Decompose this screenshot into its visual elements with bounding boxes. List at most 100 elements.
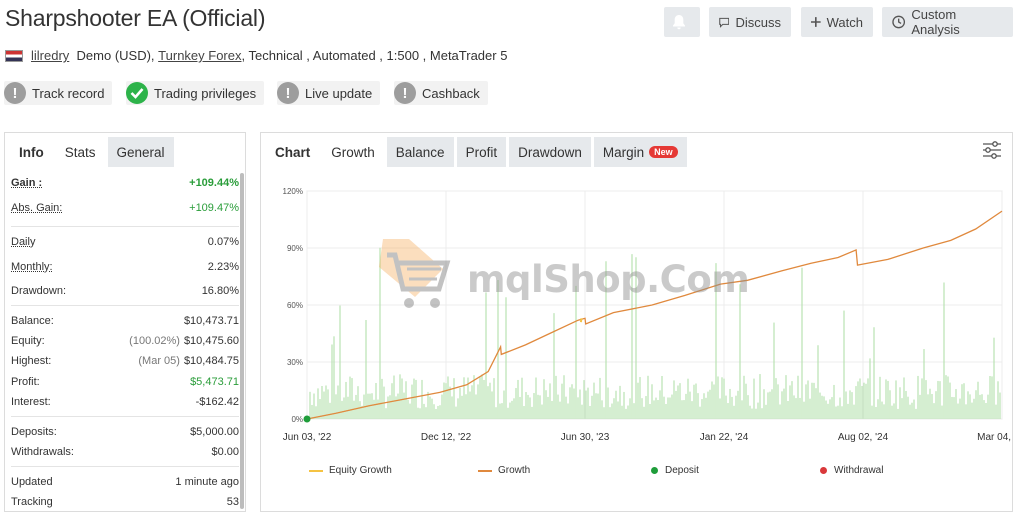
stat-balance: Balance: $10,473.71 <box>11 315 239 327</box>
clock-icon <box>892 15 906 29</box>
new-badge: New <box>649 146 678 158</box>
stat-value: 1 minute ago <box>175 476 239 488</box>
plus-icon <box>811 17 821 27</box>
check-icon <box>126 82 148 104</box>
tab-margin[interactable]: Margin New <box>593 137 687 167</box>
stat-label: Equity: <box>11 335 45 347</box>
divider <box>11 305 239 306</box>
stat-value: $10,484.75 <box>183 355 239 367</box>
stat-updated: Updated 1 minute ago <box>11 476 239 488</box>
scrollbar[interactable] <box>240 173 244 509</box>
stat-value: -$162.42 <box>195 396 239 408</box>
stat-value: 16.80% <box>201 285 239 297</box>
x-tick-label: Dec 12, '22 <box>421 432 472 443</box>
tab-growth[interactable]: Growth <box>322 137 384 167</box>
stat-deposits: Deposits: $5,000.00 <box>11 426 239 438</box>
x-tick-label: Mar 04, '25 <box>977 432 1012 443</box>
broker-link[interactable]: Turnkey Forex <box>158 48 241 63</box>
growth-chart[interactable]: Jun 03, '22 Dec 12, '22 Jun 30, '23 Jan 22,… <box>261 173 1012 463</box>
chart-panel: Chart Growth Balance Profit Drawdown Mar… <box>260 132 1013 512</box>
subscribe-button[interactable] <box>664 7 700 37</box>
tab-profit[interactable]: Profit <box>456 137 507 167</box>
stat-value: +109.47% <box>189 202 239 214</box>
page-title: Sharpshooter EA (Official) <box>5 5 266 31</box>
legend-withdrawal[interactable]: Withdrawal <box>820 465 883 476</box>
watch-label: Watch <box>826 14 863 30</box>
stat-label[interactable]: Monthly: <box>11 261 53 273</box>
stat-value: 2.23% <box>207 261 239 273</box>
stat-value: $0.00 <box>211 446 239 458</box>
y-tick-label: 0% <box>291 415 303 424</box>
badge-cashback[interactable]: ! Cashback <box>394 81 488 105</box>
stat-label: Balance: <box>11 315 54 327</box>
x-tick-label: Jan 22, '24 <box>700 432 749 443</box>
stat-monthly: Monthly: 2.23% <box>11 261 239 273</box>
tab-info[interactable]: Info <box>10 137 53 167</box>
account-details: , Technical , Automated , 1:500 , MetaTr… <box>241 48 508 63</box>
stat-highest-date: (Mar 05) <box>138 355 180 367</box>
tab-drawdown[interactable]: Drawdown <box>509 137 591 167</box>
stat-value: $10,473.71 <box>183 315 239 327</box>
chart-tabs: Chart Growth Balance Profit Drawdown Mar… <box>261 133 1012 167</box>
divider <box>11 416 239 417</box>
x-tick-label: Jun 30, '23 <box>561 432 610 443</box>
stat-withdrawals: Withdrawals: $0.00 <box>11 446 239 458</box>
stat-equity-percent: (100.02%) <box>129 335 180 347</box>
stat-equity: Equity: (100.02%) $10,475.60 <box>11 335 239 347</box>
legend-equity-growth[interactable]: Equity Growth <box>309 465 392 476</box>
settings-sliders-icon[interactable] <box>982 141 1002 159</box>
legend-growth[interactable]: Growth <box>478 465 530 476</box>
legend-deposit[interactable]: Deposit <box>651 465 699 476</box>
tab-stats[interactable]: Stats <box>55 137 105 167</box>
discuss-button[interactable]: Discuss <box>709 7 791 37</box>
badge-live-update[interactable]: ! Live update <box>277 81 381 105</box>
author-link[interactable]: lilredry <box>31 48 69 63</box>
stat-label: Drawdown: <box>11 285 67 297</box>
stat-value: 53 <box>226 496 239 508</box>
x-tick-label: Jun 03, '22 <box>283 432 332 443</box>
legend-label: Growth <box>498 465 531 476</box>
exclamation-icon: ! <box>4 82 26 104</box>
stat-label: Tracking <box>11 496 53 508</box>
watch-button[interactable]: Watch <box>801 7 873 37</box>
x-tick-label: Aug 02, '24 <box>838 432 889 443</box>
account-info: lilredry Demo (USD), Turnkey Forex , Tec… <box>5 48 507 63</box>
stat-value: 0.07% <box>207 236 239 248</box>
discuss-label: Discuss <box>735 14 781 30</box>
stat-label: Highest: <box>11 355 52 367</box>
stat-value: +109.44% <box>189 177 239 189</box>
y-tick-label: 60% <box>287 301 303 310</box>
legend-dot <box>651 467 658 474</box>
stat-label[interactable]: Abs. Gain: <box>11 202 62 214</box>
tab-general[interactable]: General <box>107 137 174 167</box>
exclamation-icon: ! <box>277 82 299 104</box>
stat-label: Withdrawals: <box>11 446 74 458</box>
legend-line <box>478 469 492 472</box>
account-type: Demo (USD), <box>76 48 155 63</box>
badge-track-record[interactable]: ! Track record <box>4 81 113 105</box>
stat-drawdown: Drawdown: 16.80% <box>11 285 239 297</box>
legend-label: Withdrawal <box>834 465 884 476</box>
stat-label: Interest: <box>11 396 51 408</box>
custom-analysis-label: Custom Analysis <box>911 7 960 37</box>
stats-panel: Info Stats General Gain : +109.44% Abs. G… <box>4 132 246 512</box>
exclamation-icon: ! <box>394 82 416 104</box>
stat-value: $5,473.71 <box>190 376 239 388</box>
legend-label: Deposit <box>665 465 699 476</box>
custom-analysis-button[interactable]: Custom Analysis <box>882 7 1013 37</box>
stat-label: Deposits: <box>11 426 57 438</box>
badge-label: Live update <box>305 85 373 101</box>
stat-label[interactable]: Gain : <box>11 177 42 189</box>
deposit-marker[interactable] <box>303 415 311 423</box>
stat-value: $5,000.00 <box>190 426 239 438</box>
stat-value: $10,475.60 <box>183 335 239 347</box>
stat-tracking: Tracking 53 <box>11 496 239 508</box>
tab-chart[interactable]: Chart <box>266 137 320 167</box>
stat-label: Profit: <box>11 376 40 388</box>
legend-dot <box>820 467 827 474</box>
stat-label[interactable]: Daily <box>11 236 35 248</box>
stat-profit: Profit: $5,473.71 <box>11 376 239 388</box>
tab-balance[interactable]: Balance <box>386 137 454 167</box>
badge-trading-privileges[interactable]: Trading privileges <box>126 81 265 105</box>
divider <box>11 226 239 227</box>
